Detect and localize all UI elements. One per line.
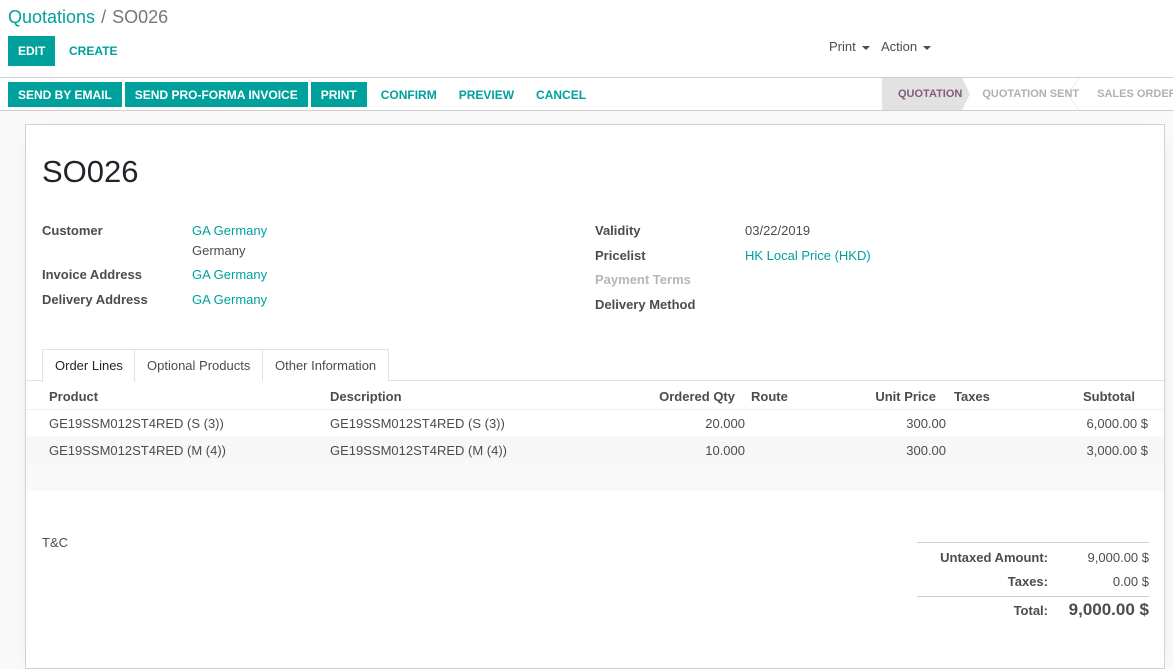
taxes-value: 0.00 $ [1112, 574, 1149, 589]
statusbar-buttons: SEND BY EMAIL SEND PRO-FORMA INVOICE PRI… [8, 82, 597, 107]
print-button[interactable]: PRINT [310, 82, 367, 107]
cell-subtotal: 6,000.00 $ [1086, 416, 1148, 431]
cancel-button[interactable]: CANCEL [525, 82, 597, 107]
pricelist-link[interactable]: HK Local Price (HKD) [745, 248, 871, 263]
total-label: Total: [1013, 603, 1048, 618]
cell-ordered-qty: 10.000 [705, 443, 745, 458]
customer-country: Germany [192, 243, 246, 258]
document-title: SO026 [42, 154, 139, 189]
status-steps: QUOTATION QUOTATION SENT SALES ORDER [882, 78, 1173, 110]
column-header-subtotal[interactable]: Subtotal [1083, 389, 1135, 404]
untaxed-amount-label: Untaxed Amount: [940, 550, 1048, 565]
table-row[interactable]: GE19SSM012ST4RED (S (3)) GE19SSM012ST4RE… [26, 410, 1164, 437]
total-value: 9,000.00 $ [1068, 600, 1149, 619]
validity-value: 03/22/2019 [745, 223, 811, 238]
action-dropdown-label: Action [881, 39, 918, 54]
breadcrumb-current: SO026 [112, 7, 169, 27]
invoice-address-label: Invoice Address [42, 267, 142, 282]
cell-subtotal: 3,000.00 $ [1086, 443, 1148, 458]
column-header-product[interactable]: Product [49, 389, 98, 404]
pricelist-label: Pricelist [595, 248, 646, 263]
cell-product: GE19SSM012ST4RED (S (3)) [49, 416, 224, 431]
untaxed-amount-value: 9,000.00 $ [1087, 550, 1149, 565]
edit-button[interactable]: EDIT [8, 36, 56, 66]
taxes-label: Taxes: [1007, 574, 1048, 589]
action-dropdown[interactable]: Action [881, 39, 932, 54]
caret-down-icon [861, 45, 870, 50]
send-by-email-button[interactable]: SEND BY EMAIL [8, 82, 122, 107]
statusbar: SEND BY EMAIL SEND PRO-FORMA INVOICE PRI… [0, 78, 1173, 111]
caret-down-icon [923, 45, 932, 50]
cell-description: GE19SSM012ST4RED (M (4)) [330, 443, 507, 458]
tab-optional-products[interactable]: Optional Products [134, 349, 264, 381]
breadcrumb-quotations-link[interactable]: Quotations [8, 7, 95, 27]
cell-unit-price: 300.00 [906, 443, 946, 458]
invoice-address-link[interactable]: GA Germany [192, 267, 267, 282]
table-row[interactable]: GE19SSM012ST4RED (M (4)) GE19SSM012ST4RE… [26, 437, 1164, 464]
cell-description: GE19SSM012ST4RED (S (3)) [330, 416, 505, 431]
tab-order-lines[interactable]: Order Lines [42, 349, 136, 382]
totals-divider [917, 542, 1149, 543]
notebook-tabs: Order Lines Optional Products Other Info… [26, 349, 1164, 382]
customer-link[interactable]: GA Germany [192, 223, 267, 238]
status-step-quotation[interactable]: QUOTATION [882, 78, 971, 110]
delivery-method-label: Delivery Method [595, 297, 696, 312]
delivery-address-link[interactable]: GA Germany [192, 292, 267, 307]
order-lines-table: Product Description Ordered Qty Route Un… [26, 382, 1164, 491]
cell-unit-price: 300.00 [906, 416, 946, 431]
breadcrumb: Quotations / SO026 [8, 7, 168, 28]
customer-label: Customer [42, 223, 103, 238]
cell-ordered-qty: 20.000 [705, 416, 745, 431]
totals-divider [917, 596, 1149, 597]
control-panel: Quotations / SO026 EDIT CREATE Print Actio… [0, 0, 1173, 78]
column-header-taxes[interactable]: Taxes [954, 389, 990, 404]
column-header-ordered-qty[interactable]: Ordered Qty [659, 389, 735, 404]
cell-product: GE19SSM012ST4RED (M (4)) [49, 443, 226, 458]
empty-row [26, 464, 1164, 491]
status-step-sales-order[interactable]: SALES ORDER [1079, 78, 1173, 110]
form-sheet: SO026 Customer GA Germany Germany Invoic… [25, 124, 1165, 669]
delivery-address-label: Delivery Address [42, 292, 148, 307]
create-button[interactable]: CREATE [58, 36, 128, 66]
validity-label: Validity [595, 223, 641, 238]
send-proforma-invoice-button[interactable]: SEND PRO-FORMA INVOICE [124, 82, 308, 107]
confirm-button[interactable]: CONFIRM [370, 82, 448, 107]
terms-and-conditions[interactable]: T&C [42, 535, 68, 550]
preview-button[interactable]: PREVIEW [448, 82, 525, 107]
print-dropdown-label: Print [829, 39, 856, 54]
breadcrumb-separator: / [101, 7, 107, 27]
print-dropdown[interactable]: Print [829, 39, 870, 54]
tab-other-information[interactable]: Other Information [262, 349, 390, 381]
column-header-description[interactable]: Description [330, 389, 402, 404]
table-header-row: Product Description Ordered Qty Route Un… [26, 382, 1164, 410]
status-step-quotation-sent[interactable]: QUOTATION SENT [962, 78, 1079, 110]
column-header-route[interactable]: Route [751, 389, 788, 404]
column-header-unit-price[interactable]: Unit Price [875, 389, 936, 404]
payment-terms-label: Payment Terms [595, 272, 691, 287]
